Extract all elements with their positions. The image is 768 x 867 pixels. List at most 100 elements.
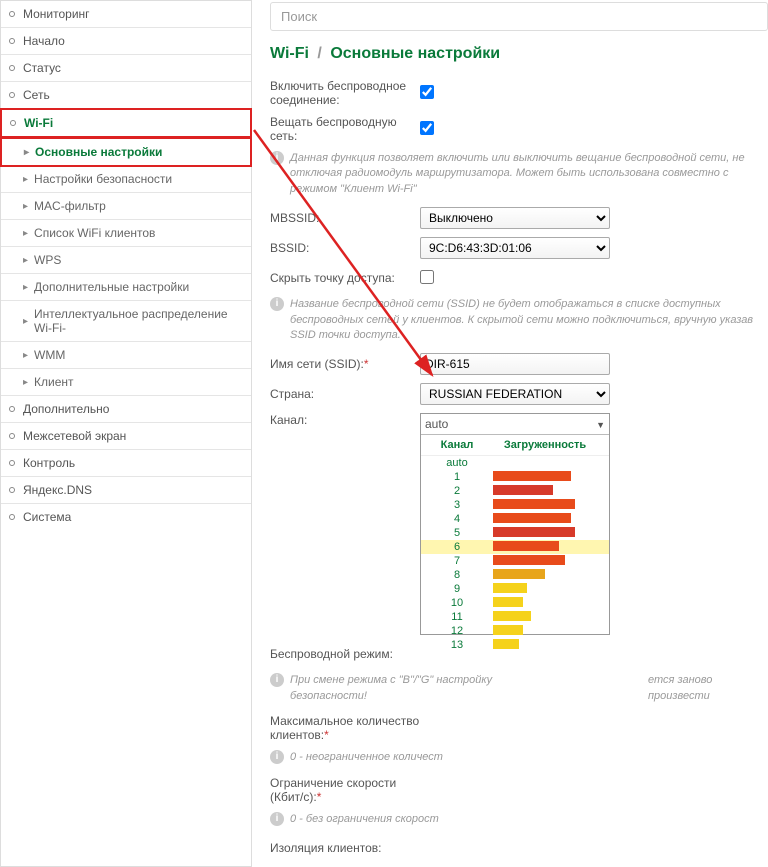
broadcast-hint-text: Данная функция позволяет включить или вы… [290,151,768,197]
bssid-select[interactable]: 9C:D6:43:3D:01:06 [420,237,610,259]
nav-sub-item-8[interactable]: ▸Клиент [1,369,251,396]
load-bar-wrap [487,471,603,484]
country-select[interactable]: RUSSIAN FEDERATION [420,383,610,405]
nav-sub-item-5[interactable]: ▸Дополнительные настройки [1,274,251,301]
load-bar-wrap [487,555,603,568]
channel-num: auto [427,457,487,469]
channel-option-11[interactable]: 11 [421,610,609,624]
channel-option-auto[interactable]: auto [421,456,609,470]
channel-option-8[interactable]: 8 [421,568,609,582]
channel-select[interactable]: auto Канал Загруженность auto12345678910… [420,413,610,635]
nav-item-0[interactable]: Мониторинг [1,1,251,28]
mbssid-select[interactable]: Выключено [420,207,610,229]
nav-sub-item-2[interactable]: ▸ MAC-фильтр [1,193,251,220]
load-bar-wrap [487,499,603,512]
channel-num: 4 [427,513,487,525]
channel-option-2[interactable]: 2 [421,484,609,498]
broadcast-checkbox[interactable] [420,121,434,135]
bullet-icon [9,11,15,17]
ssid-label: Имя сети (SSID):* [270,357,420,371]
load-bar-wrap [487,639,603,652]
bullet-icon [9,487,15,493]
load-bar [493,527,575,537]
nav-item-6[interactable]: Межсетевой экран [1,423,251,450]
nav-item-8[interactable]: Яндекс.DNS [1,477,251,504]
channel-selected-value[interactable]: auto [421,414,609,434]
nav-item-4[interactable]: Wi-Fi [0,108,252,138]
bullet-icon [9,433,15,439]
chevron-right-icon: ▸ [24,147,29,158]
speed-label: Ограничение скорости (Кбит/с):* [270,776,420,804]
hide-ap-hint: i Название беспроводной сети (SSID) не б… [270,297,768,343]
breadcrumb-sep: / [317,45,321,62]
load-bar [493,639,519,649]
channel-num: 9 [427,583,487,595]
breadcrumb-page: Основные настройки [330,45,500,62]
broadcast-label: Вещать беспроводную сеть: [270,115,420,143]
channel-option-7[interactable]: 7 [421,554,609,568]
isolation-label: Изоляция клиентов: [270,841,420,855]
breadcrumb-section: Wi-Fi [270,45,309,62]
channel-option-5[interactable]: 5 [421,526,609,540]
load-bar-wrap [487,541,603,554]
channel-option-6[interactable]: 6 [421,540,609,554]
hide-ap-checkbox[interactable] [420,270,434,284]
mode-hint-text: При смене режима с "B"/"G" настройку без… [290,674,492,701]
search-input[interactable]: Поиск [270,2,768,31]
nav-sub-item-4[interactable]: ▸ WPS [1,247,251,274]
bullet-icon [9,406,15,412]
channel-option-3[interactable]: 3 [421,498,609,512]
enable-wireless-checkbox[interactable] [420,85,434,99]
bullet-icon [9,514,15,520]
info-icon: i [270,673,284,687]
load-bar-wrap [487,569,603,582]
mode-hint-tail: ется заново произвести [648,673,768,704]
channel-num: 11 [427,611,487,623]
channel-option-1[interactable]: 1 [421,470,609,484]
dd-header-channel: Канал [427,439,487,451]
chevron-right-icon: ▸ [23,174,28,185]
bullet-icon [10,120,16,126]
nav-sub-item-label: WPS [34,253,61,267]
load-bar [493,513,571,523]
nav-item-label: Мониторинг [23,7,90,21]
nav-item-3[interactable]: Сеть [1,82,251,109]
nav-sub-item-label: MAC-фильтр [34,199,106,213]
nav-item-1[interactable]: Начало [1,28,251,55]
chevron-right-icon: ▸ [23,255,28,266]
maxclients-hint: i 0 - неограниченное количест [270,750,768,765]
load-bar [493,471,571,481]
load-bar-wrap [487,597,603,610]
channel-label: Канал: [270,413,420,427]
ssid-input[interactable] [420,353,610,375]
nav-item-7[interactable]: Контроль [1,450,251,477]
nav-sub-item-1[interactable]: ▸Настройки безопасности [1,166,251,193]
channel-option-13[interactable]: 13 [421,638,609,652]
maxclients-label: Максимальное количество клиентов:* [270,714,420,742]
nav-item-label: Система [23,510,71,524]
info-icon: i [270,151,284,165]
chevron-right-icon: ▸ [23,201,28,212]
nav-item-label: Сеть [23,88,50,102]
channel-option-4[interactable]: 4 [421,512,609,526]
info-icon: i [270,750,284,764]
channel-num: 1 [427,471,487,483]
nav-sub-item-6[interactable]: ▸ Интеллектуальное распределение Wi-Fi- [1,301,251,342]
chevron-right-icon: ▸ [23,228,28,239]
nav-sub-item-3[interactable]: ▸Список WiFi клиентов [1,220,251,247]
nav-item-2[interactable]: Статус [1,55,251,82]
nav-sub-item-label: Интеллектуальное распределение Wi-Fi- [34,307,243,335]
nav-sub-item-7[interactable]: ▸WMM [1,342,251,369]
channel-option-9[interactable]: 9 [421,582,609,596]
mode-hint: i При смене режима с "B"/"G" настройку б… [270,673,768,704]
chevron-right-icon: ▸ [23,316,28,327]
bullet-icon [9,38,15,44]
channel-option-10[interactable]: 10 [421,596,609,610]
enable-wireless-label: Включить беспроводное соединение: [270,79,420,107]
nav-sub-item-0[interactable]: ▸Основные настройки [0,137,252,167]
load-bar [493,597,523,607]
breadcrumb: Wi-Fi / Основные настройки [270,45,768,63]
channel-option-12[interactable]: 12 [421,624,609,638]
nav-item-5[interactable]: Дополнительно [1,396,251,423]
nav-item-9[interactable]: Система [1,504,251,530]
